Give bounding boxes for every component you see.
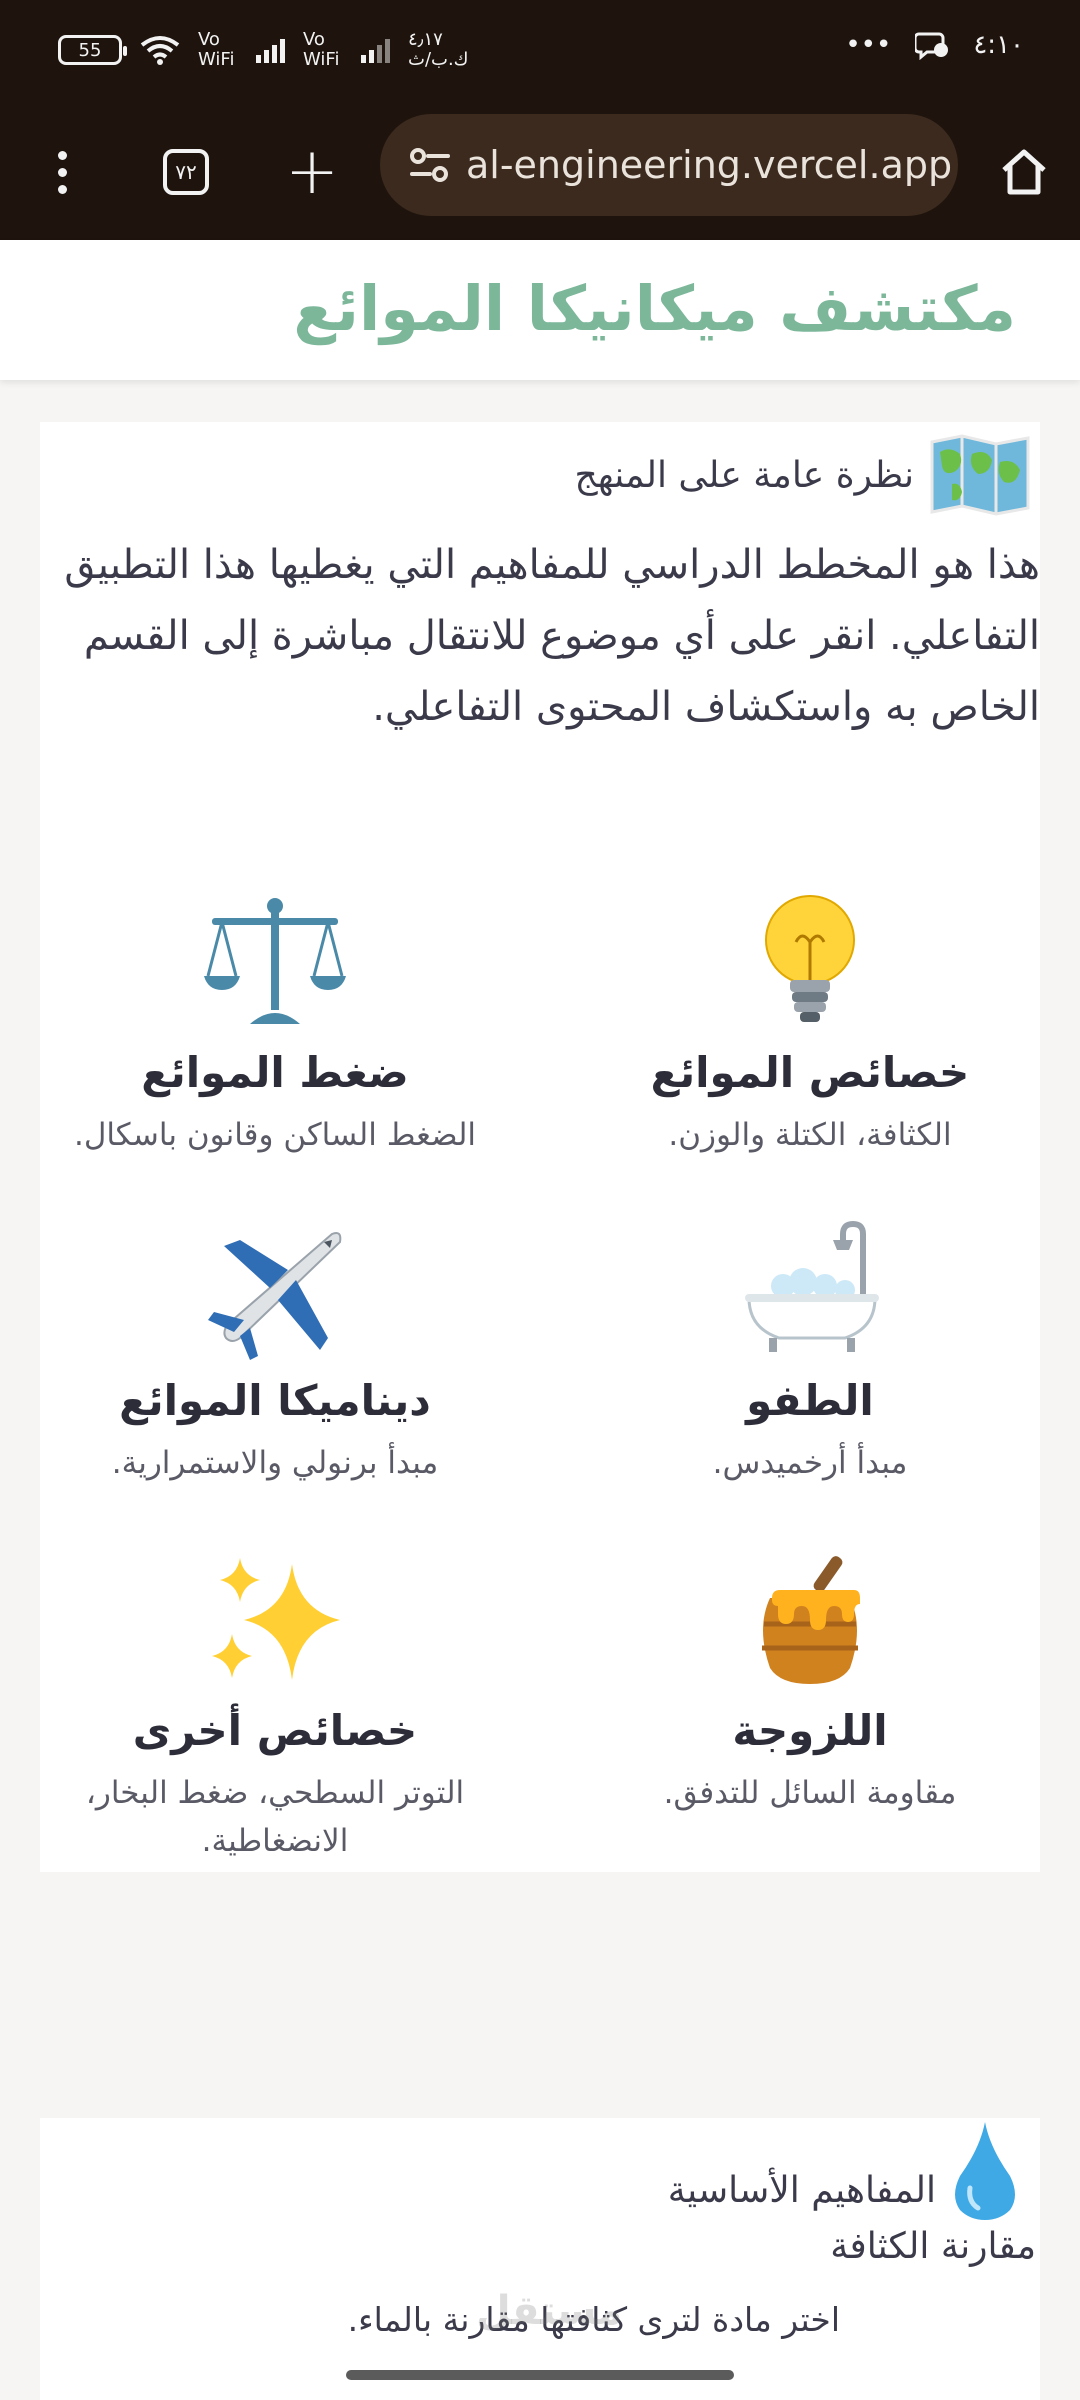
tab-switcher-button[interactable]: ٧٢ <box>148 134 224 210</box>
menu-kebab-icon[interactable] <box>24 134 100 210</box>
topic-desc: مبدأ أرخميدس. <box>712 1445 908 1481</box>
concepts-header: المفاهيم الأساسية <box>668 2118 1020 2222</box>
topic-fluid-properties[interactable]: خصائص الموائع الكثافة، الكتلة والوزن. <box>560 892 1060 1159</box>
topic-title: ديناميكا الموائع <box>119 1376 431 1425</box>
address-bar[interactable]: al-engineering.vercel.app <box>380 114 958 216</box>
network-speed: ٤٫١٧ ك.ب/ث <box>408 29 469 70</box>
browser-toolbar: ٧٢ + al-engineering.vercel.app <box>0 104 1080 240</box>
signal-icon-1 <box>256 37 285 63</box>
topic-title: خصائص الموائع <box>650 1048 970 1097</box>
watermark: مستقل <box>476 2288 623 2334</box>
bathtub-icon <box>560 1220 1060 1360</box>
topic-desc: الضغط الساكن وقانون باسكال. <box>73 1117 477 1153</box>
water-drop-icon <box>955 2122 1015 2220</box>
overview-title: نظرة عامة على المنهج <box>574 454 914 496</box>
topic-fluid-pressure[interactable]: ضغط الموائع الضغط الساكن وقانون باسكال. <box>40 892 510 1159</box>
concepts-card: المفاهيم الأساسية مقارنة الكثافة اختر ما… <box>40 2118 1040 2400</box>
topic-title: خصائص أخرى <box>132 1706 418 1755</box>
topic-other-properties[interactable]: خصائص أخرى التوتر السطحي، ضغط البخار، ال… <box>40 1550 510 1865</box>
vowifi-label-1: Vo WiFi <box>198 29 235 70</box>
status-right: ••• ٤:١٠ <box>845 30 1024 60</box>
honey-pot-icon <box>560 1550 1060 1690</box>
topic-desc: التوتر السطحي، ضغط البخار، الانضغاطية. <box>85 1775 465 1859</box>
topic-buoyancy[interactable]: الطفو مبدأ أرخميدس. <box>560 1220 1060 1487</box>
battery-level: 55 <box>78 39 102 61</box>
home-indicator[interactable] <box>346 2370 734 2380</box>
topic-title: اللزوجة <box>732 1706 888 1755</box>
topic-viscosity[interactable]: اللزوجة مقاومة السائل للتدفق. <box>560 1550 1060 1817</box>
wifi-icon <box>140 36 180 65</box>
topic-desc: مقاومة السائل للتدفق. <box>663 1775 957 1811</box>
status-bar: 55 Vo WiFi Vo WiFi ٤٫١٧ ك.ب/ث ••• ٤:١٠ <box>0 0 1080 104</box>
messenger-icon <box>915 32 949 60</box>
overview-card: نظرة عامة على المنهج هذا هو المخطط الدرا… <box>40 422 1040 1872</box>
signal-icon-2 <box>361 37 390 63</box>
topic-title: الطفو <box>746 1376 874 1425</box>
page-title: مكتشف ميكانيكا الموائع <box>293 272 1016 345</box>
more-notifications-icon: ••• <box>845 30 892 60</box>
topic-fluid-dynamics[interactable]: ديناميكا الموائع مبدأ برنولي والاستمراري… <box>40 1220 510 1487</box>
site-settings-icon[interactable] <box>398 133 462 197</box>
battery-icon: 55 <box>58 35 127 65</box>
airplane-icon <box>40 1220 510 1360</box>
status-left: 55 Vo WiFi Vo WiFi ٤٫١٧ ك.ب/ث <box>58 30 478 70</box>
concepts-title: المفاهيم الأساسية <box>667 2169 936 2211</box>
home-icon[interactable] <box>986 134 1062 210</box>
world-map-icon <box>930 434 1030 516</box>
concepts-subtitle: مقارنة الكثافة <box>830 2226 1036 2267</box>
overview-header: نظرة عامة على المنهج <box>574 434 1032 516</box>
overview-intro: هذا هو المخطط الدراسي للمفاهيم التي يغطي… <box>64 542 1040 730</box>
sparkles-icon <box>40 1550 510 1690</box>
topic-desc: الكثافة، الكتلة والوزن. <box>668 1117 952 1153</box>
topic-title: ضغط الموائع <box>141 1048 409 1097</box>
url-text: al-engineering.vercel.app <box>466 143 953 187</box>
vowifi-label-2: Vo WiFi <box>303 29 340 70</box>
clock: ٤:١٠ <box>973 30 1024 60</box>
topic-desc: مبدأ برنولي والاستمرارية. <box>111 1445 439 1481</box>
balance-scale-icon <box>40 892 510 1032</box>
tab-count: ٧٢ <box>163 149 209 195</box>
app-header: مكتشف ميكانيكا الموائع <box>0 240 1080 380</box>
new-tab-plus-icon[interactable]: + <box>274 134 350 210</box>
light-bulb-icon <box>560 892 1060 1032</box>
